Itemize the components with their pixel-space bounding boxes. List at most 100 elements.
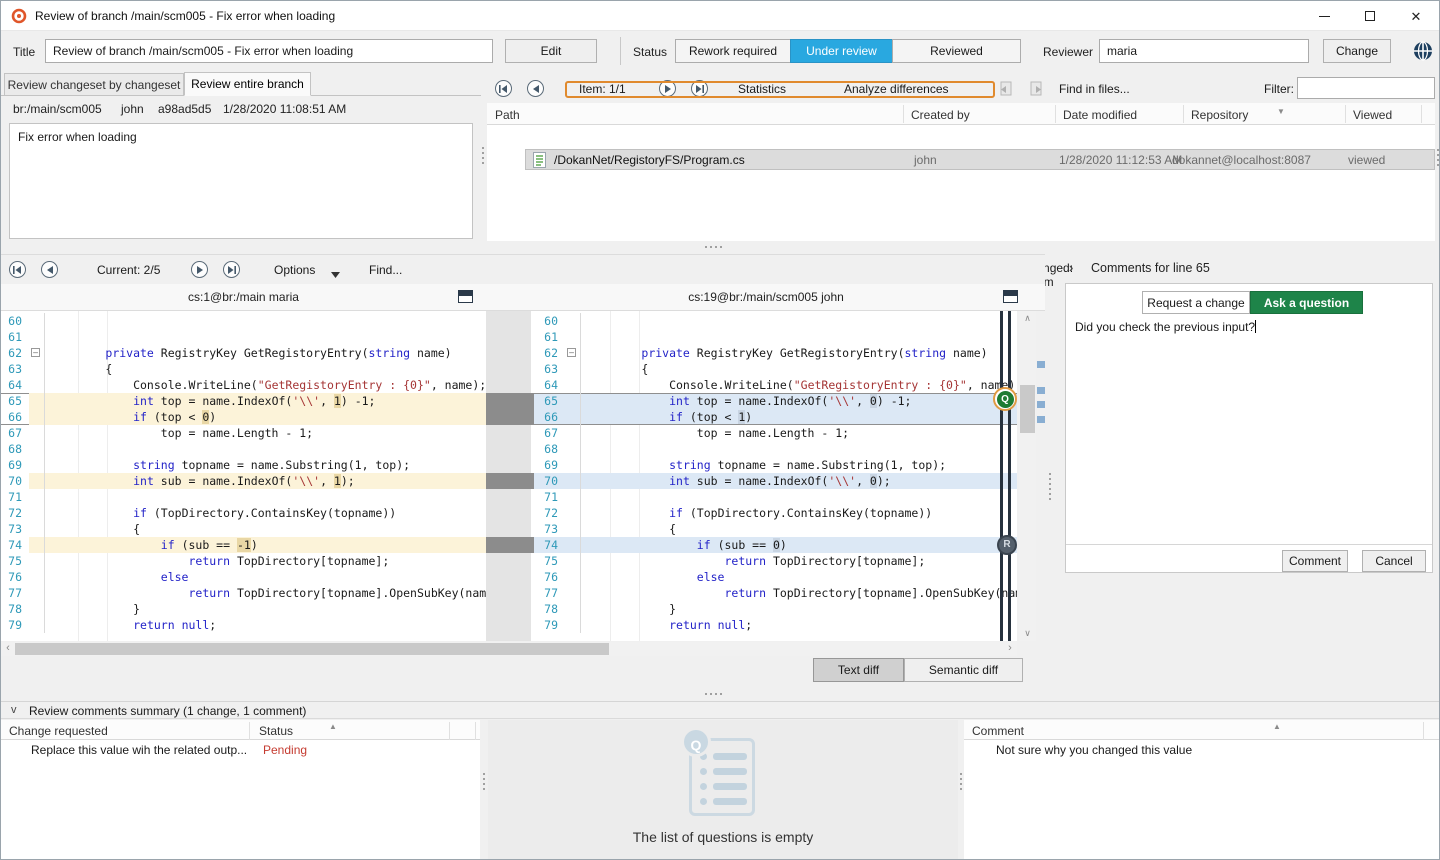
maximize-button[interactable] (1347, 1, 1393, 31)
prev-diff-button[interactable] (41, 261, 58, 278)
request-change-button[interactable]: Request a change (1142, 291, 1250, 314)
left-code-line-79[interactable]: 79 return null; (1, 617, 486, 633)
semantic-diff-button[interactable]: Semantic diff (904, 658, 1023, 682)
right-code-line-72[interactable]: 72 if (TopDirectory.ContainsKey(topname)… (531, 505, 1017, 521)
left-code-line-65[interactable]: 65 int top = name.IndexOf('\\', 1) -1; (1, 393, 486, 409)
right-code-line-79[interactable]: 79 return null; (531, 617, 1017, 633)
question-badge[interactable]: Q (993, 387, 1017, 411)
horizontal-splitter-handle-bottom[interactable] (705, 693, 722, 695)
left-code-line-78[interactable]: 78 } (1, 601, 486, 617)
left-code-line-60[interactable]: 60 (1, 313, 486, 329)
next-difference-icon[interactable] (1028, 81, 1044, 100)
right-code-line-66[interactable]: 66 if (top < 1) (531, 409, 1017, 425)
find-button[interactable]: Find... (369, 263, 402, 277)
first-item-button[interactable] (495, 80, 512, 97)
first-diff-button[interactable] (9, 261, 26, 278)
col-path[interactable]: Path (495, 108, 520, 122)
summary-collapse-icon[interactable]: v (11, 704, 17, 716)
find-in-files-button[interactable]: Find in files... (1059, 82, 1130, 96)
right-code-line-76[interactable]: 76 else (531, 569, 1017, 585)
horizontal-splitter-handle-top[interactable] (705, 246, 722, 248)
left-code-line-67[interactable]: 67 top = name.Length - 1; (1, 425, 486, 441)
left-code-line-77[interactable]: 77 return TopDirectory[topname].OpenSubK… (1, 585, 486, 601)
edit-button[interactable]: Edit (505, 39, 597, 63)
right-code-line-62[interactable]: 62– private RegistryKey GetRegistoryEntr… (531, 345, 1017, 361)
status-under-review-button[interactable]: Under review (790, 39, 893, 63)
reviewer-input[interactable] (1099, 39, 1309, 63)
scroll-right-icon[interactable]: › (1003, 642, 1017, 656)
left-code-line-75[interactable]: 75 return TopDirectory[topname]; (1, 553, 486, 569)
right-code-line-60[interactable]: 60 (531, 313, 1017, 329)
col-date-modified[interactable]: Date modified (1063, 108, 1137, 122)
close-button[interactable]: ✕ (1393, 1, 1439, 31)
status-rework-button[interactable]: Rework required (675, 39, 791, 63)
comment-button[interactable]: Comment (1282, 550, 1348, 572)
ask-question-button[interactable]: Ask a question (1250, 291, 1363, 314)
left-code-line-68[interactable]: 68 (1, 441, 486, 457)
right-code-line-73[interactable]: 73 { (531, 521, 1017, 537)
tab-review-entire-branch[interactable]: Review entire branch (184, 72, 311, 96)
cancel-button[interactable]: Cancel (1362, 550, 1426, 572)
globe-icon[interactable] (1413, 41, 1433, 64)
statistics-button[interactable]: Statistics (738, 82, 786, 96)
prev-item-button[interactable] (527, 80, 544, 97)
bottom-splitter-handle-right[interactable] (960, 773, 962, 790)
right-code-line-64[interactable]: 64 Console.WriteLine("GetRegistoryEntry … (531, 377, 1017, 393)
right-code-line-78[interactable]: 78 } (531, 601, 1017, 617)
summary-header[interactable]: v Review comments summary (1 change, 1 c… (1, 701, 1439, 719)
branch-comment-box[interactable]: Fix error when loading (9, 123, 473, 239)
right-edge-splitter-handle[interactable] (1437, 149, 1439, 166)
right-code-line-69[interactable]: 69 string topname = name.Substring(1, to… (531, 457, 1017, 473)
status-reviewed-button[interactable]: Reviewed (892, 39, 1021, 63)
upper-splitter-handle[interactable] (482, 147, 484, 164)
left-code-line-72[interactable]: 72 if (TopDirectory.ContainsKey(topname)… (1, 505, 486, 521)
left-code-line-70[interactable]: 70 int sub = name.IndexOf('\\', 1); (1, 473, 486, 489)
comment-draft-text[interactable]: Did you check the previous input? (1075, 320, 1423, 334)
left-code-line-62[interactable]: 62– private RegistryKey GetRegistoryEntr… (1, 345, 486, 361)
next-item-button[interactable] (659, 80, 676, 97)
left-code-line-74[interactable]: 74 if (sub == -1) (1, 537, 486, 553)
left-code-line-63[interactable]: 63 { (1, 361, 486, 377)
right-code-line-71[interactable]: 71 (531, 489, 1017, 505)
right-code-line-75[interactable]: 75 return TopDirectory[topname]; (531, 553, 1017, 569)
options-button[interactable]: Options (274, 263, 315, 277)
last-diff-button[interactable] (223, 261, 240, 278)
right-code-line-77[interactable]: 77 return TopDirectory[topname].OpenSubK… (531, 585, 1017, 601)
scroll-left-icon[interactable]: ‹ (1, 642, 15, 656)
fold-icon[interactable]: – (567, 348, 576, 357)
analyze-differences-button[interactable]: Analyze differences (844, 82, 949, 96)
right-code-line-68[interactable]: 68 (531, 441, 1017, 457)
minimize-button[interactable] (1301, 1, 1347, 31)
left-code-line-69[interactable]: 69 string topname = name.Substring(1, to… (1, 457, 486, 473)
fold-icon[interactable]: – (31, 348, 40, 357)
comment-row-text[interactable]: Not sure why you changed this value (996, 743, 1192, 757)
prev-difference-icon[interactable] (998, 81, 1014, 100)
right-code-line-74[interactable]: 74 if (sub == 0) (531, 537, 1017, 553)
bottom-splitter-handle-left[interactable] (483, 773, 485, 790)
horizontal-scroll-thumb[interactable] (15, 643, 609, 655)
right-code-line-70[interactable]: 70 int sub = name.IndexOf('\\', 0); (531, 473, 1017, 489)
scroll-down-icon[interactable]: ∨ (1019, 626, 1036, 641)
left-code-line-76[interactable]: 76 else (1, 569, 486, 585)
vertical-scroll-thumb[interactable] (1020, 385, 1035, 433)
left-pane-window-icon[interactable] (458, 290, 473, 303)
next-diff-button[interactable] (191, 261, 208, 278)
diff-comments-splitter-handle[interactable] (1049, 473, 1051, 500)
right-code-line-63[interactable]: 63 { (531, 361, 1017, 377)
right-code-line-67[interactable]: 67 top = name.Length - 1; (531, 425, 1017, 441)
comments-collapse-icon[interactable]: › (1069, 260, 1073, 275)
col-repository[interactable]: Repository (1191, 108, 1248, 122)
scroll-up-icon[interactable]: ∧ (1019, 311, 1036, 326)
left-code-line-73[interactable]: 73 { (1, 521, 486, 537)
left-code-line-64[interactable]: 64 Console.WriteLine("GetRegistoryEntry … (1, 377, 486, 393)
file-row[interactable]: /DokanNet/RegistoryFS/Program.cs john 1/… (525, 149, 1435, 170)
col-viewed[interactable]: Viewed (1353, 108, 1392, 122)
right-pane-window-icon[interactable] (1003, 290, 1018, 303)
change-request-text[interactable]: Replace this value wih the related outp.… (31, 743, 247, 757)
left-code-line-71[interactable]: 71 (1, 489, 486, 505)
left-code-line-61[interactable]: 61 (1, 329, 486, 345)
review-title-input[interactable] (45, 39, 493, 63)
diff-vertical-scrollbar[interactable]: ∧ ∨ (1019, 311, 1036, 641)
reply-badge[interactable]: R (997, 535, 1017, 555)
col-status[interactable]: Status (259, 724, 293, 738)
